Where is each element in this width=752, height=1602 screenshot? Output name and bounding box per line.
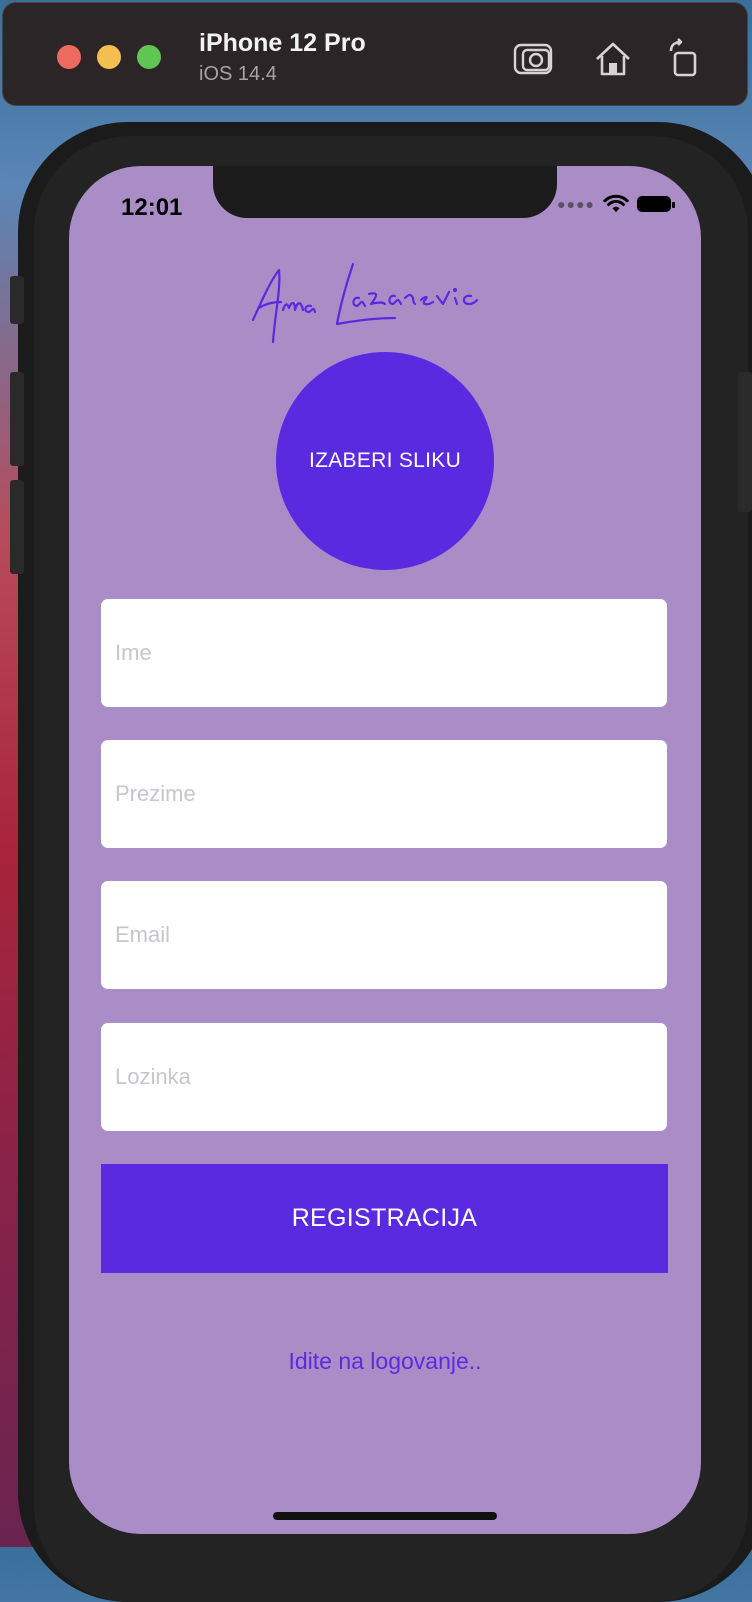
simulator-toolbar: iPhone 12 Pro iOS 14.4 xyxy=(2,2,748,106)
rotate-icon[interactable] xyxy=(663,37,707,81)
device-name: iPhone 12 Pro xyxy=(199,29,366,57)
app-screen: 12:01 ●●●● IZABERI SLIKU Ime Prezime Ema… xyxy=(69,166,701,1534)
signature-logo xyxy=(251,262,479,344)
zoom-window-button[interactable] xyxy=(137,45,161,69)
power-button[interactable] xyxy=(738,372,752,512)
volume-down-button[interactable] xyxy=(10,480,24,574)
notch xyxy=(213,166,557,218)
go-to-login-link[interactable]: Idite na logovanje.. xyxy=(69,1348,701,1375)
last-name-field[interactable] xyxy=(101,740,667,848)
register-button[interactable]: REGISTRACIJA xyxy=(101,1164,668,1273)
screenshot-icon[interactable] xyxy=(511,37,555,81)
signal-dots-icon: ●●●● xyxy=(557,196,595,212)
battery-icon xyxy=(637,196,675,212)
email-input[interactable] xyxy=(113,921,667,949)
close-window-button[interactable] xyxy=(57,45,81,69)
mute-switch[interactable] xyxy=(10,276,24,324)
first-name-input[interactable] xyxy=(113,639,667,667)
minimize-window-button[interactable] xyxy=(97,45,121,69)
last-name-input[interactable] xyxy=(113,780,667,808)
choose-image-button[interactable]: IZABERI SLIKU xyxy=(276,352,494,570)
password-input[interactable] xyxy=(113,1063,667,1091)
status-time: 12:01 xyxy=(121,194,183,221)
first-name-field[interactable] xyxy=(101,599,667,707)
password-field[interactable] xyxy=(101,1023,667,1131)
wifi-icon xyxy=(603,194,629,212)
os-version: iOS 14.4 xyxy=(199,63,277,85)
email-field[interactable] xyxy=(101,881,667,989)
volume-up-button[interactable] xyxy=(10,372,24,466)
status-icons: ●●●● xyxy=(557,194,675,214)
home-indicator[interactable] xyxy=(273,1512,497,1520)
home-icon[interactable] xyxy=(591,37,635,81)
